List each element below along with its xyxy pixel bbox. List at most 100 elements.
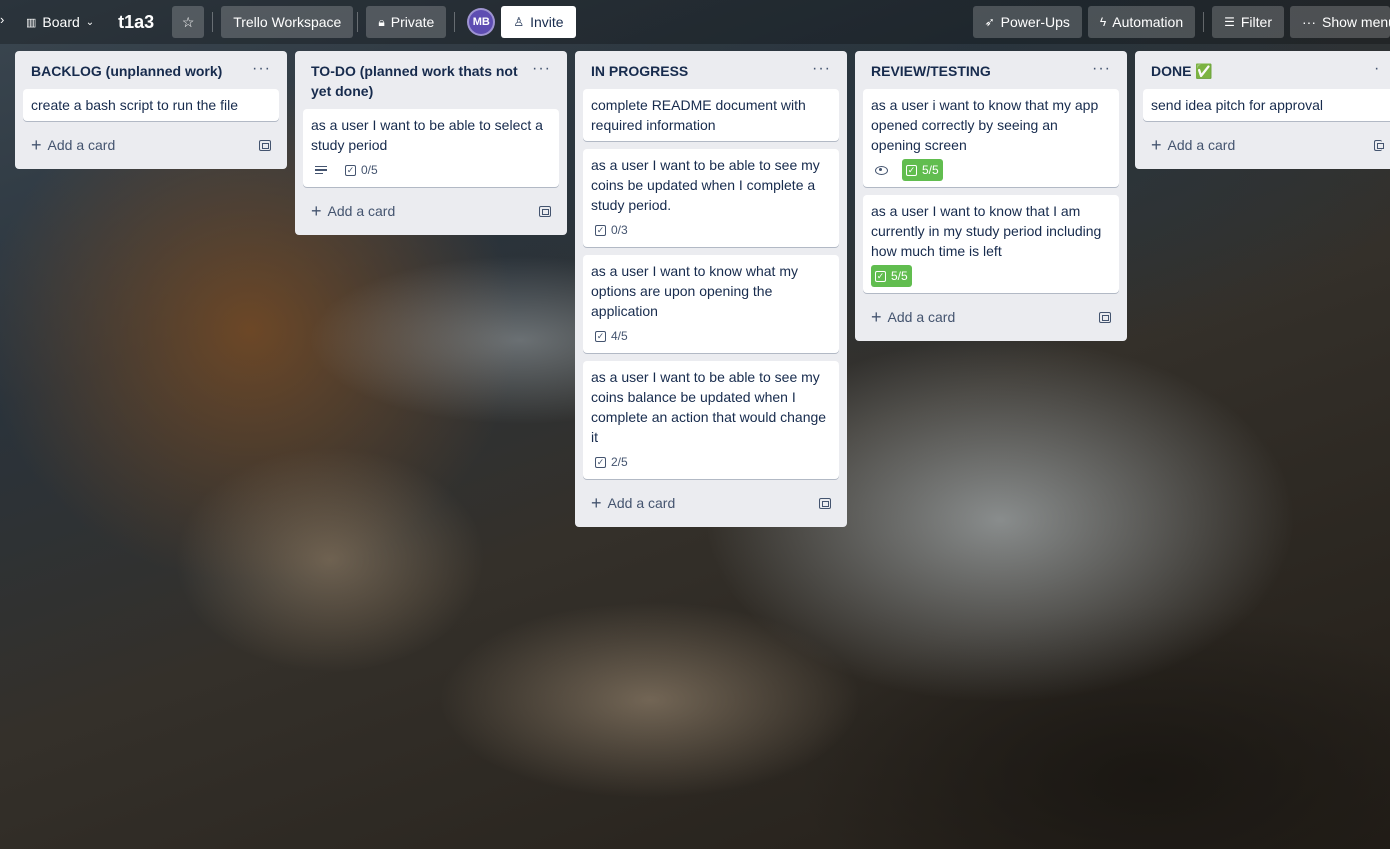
visibility-label: Private	[390, 14, 435, 30]
list-menu-icon[interactable]: ···	[532, 61, 551, 77]
list-menu-icon[interactable]: ···	[1374, 61, 1382, 77]
plus-icon: +	[311, 201, 322, 221]
filter-icon: ☰	[1224, 15, 1235, 29]
board-title[interactable]: t1a3	[112, 6, 160, 38]
card[interactable]: complete README document with required i…	[583, 89, 839, 141]
create-from-template-icon[interactable]	[539, 205, 551, 217]
card-badges: ✓ 5/5	[871, 265, 1111, 287]
add-card-button[interactable]: + Add a card	[303, 195, 559, 227]
filter-button[interactable]: ☰ Filter	[1212, 6, 1284, 38]
invite-label: Invite	[530, 14, 564, 30]
add-card-button[interactable]: + Add a card	[583, 487, 839, 519]
list-menu-icon[interactable]: ···	[252, 61, 271, 77]
list-in-progress: IN PROGRESS ··· complete README document…	[575, 51, 847, 527]
add-card-label: Add a card	[607, 495, 676, 511]
checklist-badge: ✓ 0/3	[591, 219, 632, 241]
card[interactable]: as a user I want to be able to see my co…	[583, 361, 839, 479]
card-badges: ✓ 0/3	[591, 219, 831, 241]
checklist-badge: ✓ 0/5	[341, 159, 382, 181]
card-badges: ✓ 2/5	[591, 451, 831, 473]
checklist-icon: ✓	[595, 224, 606, 236]
list-todo: TO-DO (planned work thats not yet done) …	[295, 51, 567, 235]
checklist-icon: ✓	[595, 456, 606, 468]
powerups-label: Power-Ups	[1000, 14, 1070, 30]
card-badges: ✓ 5/5	[871, 159, 1111, 181]
view-switcher-label: Board	[42, 14, 80, 30]
plus-icon: +	[591, 493, 602, 513]
header-divider	[1203, 12, 1205, 32]
list-title[interactable]: DONE ✅	[1151, 61, 1213, 81]
card[interactable]: as a user I want to know what my options…	[583, 255, 839, 353]
plus-icon: +	[31, 135, 42, 155]
checklist-icon: ✓	[595, 330, 606, 342]
lock-icon: 🔒︎	[378, 14, 385, 29]
list-title[interactable]: BACKLOG (unplanned work)	[31, 61, 222, 81]
board-header: › ▥ Board ⌄ t1a3 ☆ Trello Workspace 🔒︎ P…	[0, 0, 1390, 44]
list-header: DONE ✅ ···	[1143, 51, 1382, 89]
add-card-button[interactable]: + Add a card	[863, 301, 1119, 333]
card[interactable]: send idea pitch for approval	[1143, 89, 1390, 121]
header-divider	[357, 12, 359, 32]
description-badge	[311, 159, 331, 181]
checklist-icon: ✓	[345, 164, 356, 176]
workspace-button[interactable]: Trello Workspace	[221, 6, 354, 38]
card[interactable]: as a user I want to be able to see my co…	[583, 149, 839, 247]
plus-icon: +	[871, 307, 882, 327]
list-menu-icon[interactable]: ···	[1092, 61, 1111, 77]
card-title: create a bash script to run the file	[31, 97, 238, 113]
checklist-count: 0/5	[361, 163, 378, 177]
list-header: REVIEW/TESTING ···	[863, 51, 1119, 89]
checklist-count: 2/5	[611, 455, 628, 469]
checklist-count: 0/3	[611, 223, 628, 237]
add-card-left: + Add a card	[591, 494, 675, 512]
list-header: BACKLOG (unplanned work) ···	[23, 51, 279, 89]
list-header: IN PROGRESS ···	[583, 51, 839, 89]
checklist-icon: ✓	[906, 164, 917, 176]
list-title[interactable]: TO-DO (planned work thats not yet done)	[311, 61, 532, 101]
checklist-count: 4/5	[611, 329, 628, 343]
create-from-template-icon[interactable]	[1374, 139, 1384, 151]
visibility-button[interactable]: 🔒︎ Private	[366, 6, 447, 38]
card[interactable]: as a user i want to know that my app ope…	[863, 89, 1119, 187]
card-title: as a user I want to know that I am curre…	[871, 203, 1102, 259]
automation-button[interactable]: ϟ Automation	[1087, 6, 1196, 38]
add-card-left: + Add a card	[31, 136, 115, 154]
card-title: as a user i want to know that my app ope…	[871, 97, 1099, 153]
card[interactable]: as a user I want to know that I am curre…	[863, 195, 1119, 293]
card-badges: ✓ 4/5	[591, 325, 831, 347]
header-divider	[454, 12, 456, 32]
card[interactable]: create a bash script to run the file	[23, 89, 279, 121]
star-board-button[interactable]: ☆	[172, 6, 205, 38]
view-switcher-button[interactable]: ▥ Board ⌄	[14, 6, 106, 38]
header-divider	[212, 12, 214, 32]
list-title[interactable]: IN PROGRESS	[591, 61, 688, 81]
invite-button[interactable]: ♙ Invite	[501, 6, 576, 38]
add-card-button[interactable]: + Add a card	[1143, 129, 1384, 161]
checklist-badge: ✓ 2/5	[591, 451, 632, 473]
list-menu-icon[interactable]: ···	[812, 61, 831, 77]
card[interactable]: as a user I want to be able to select a …	[303, 109, 559, 187]
show-menu-button[interactable]: ··· Show menu	[1290, 6, 1390, 38]
sidebar-expand-icon[interactable]: ›	[0, 12, 4, 27]
card-title: complete README document with required i…	[591, 97, 806, 133]
create-from-template-icon[interactable]	[1099, 311, 1111, 323]
card-title: as a user I want to be able to select a …	[311, 117, 543, 153]
automation-label: Automation	[1112, 14, 1184, 30]
card-title: send idea pitch for approval	[1151, 97, 1323, 113]
card-badges: ✓ 0/5	[311, 159, 551, 181]
checklist-count: 5/5	[922, 163, 939, 177]
list-review-testing: REVIEW/TESTING ··· as a user i want to k…	[855, 51, 1127, 341]
list-header: TO-DO (planned work thats not yet done) …	[303, 51, 559, 109]
checklist-icon: ✓	[875, 270, 886, 282]
card-title: as a user I want to know what my options…	[591, 263, 798, 319]
add-card-left: + Add a card	[1151, 136, 1235, 154]
add-card-label: Add a card	[327, 203, 396, 219]
create-from-template-icon[interactable]	[259, 139, 271, 151]
create-from-template-icon[interactable]	[819, 497, 831, 509]
list-title[interactable]: REVIEW/TESTING	[871, 61, 991, 81]
powerups-button[interactable]: ➶ Power-Ups	[972, 6, 1082, 38]
add-card-button[interactable]: + Add a card	[23, 129, 279, 161]
avatar[interactable]: MB	[467, 8, 496, 36]
card-title: as a user I want to be able to see my co…	[591, 369, 827, 445]
card-title: as a user I want to be able to see my co…	[591, 157, 820, 213]
